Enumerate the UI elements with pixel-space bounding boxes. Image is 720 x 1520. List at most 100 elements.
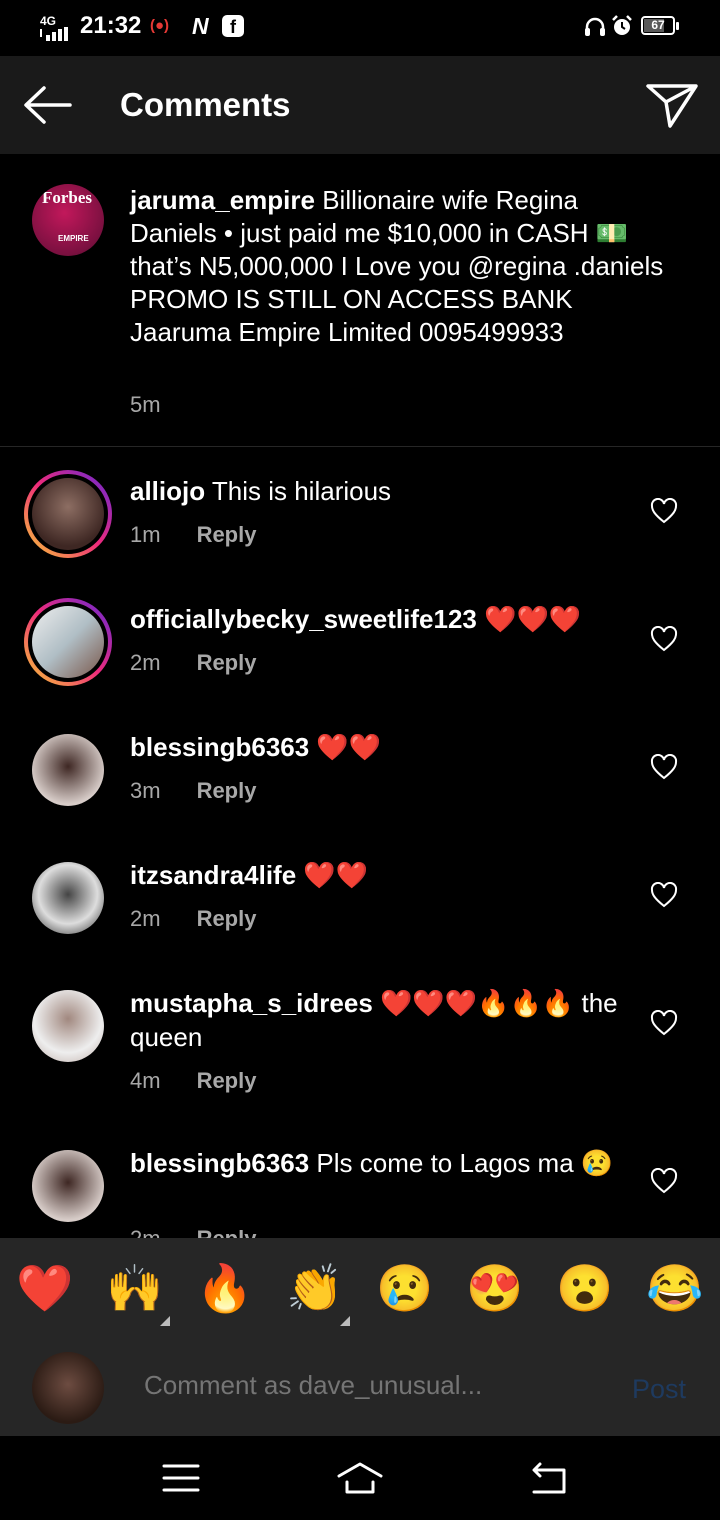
- comment-text: blessingb6363 ❤️❤️: [130, 730, 620, 764]
- like-button[interactable]: [650, 753, 678, 780]
- comment-username[interactable]: blessingb6363: [130, 732, 309, 762]
- return-icon: [532, 1462, 566, 1494]
- arrow-left-icon: [24, 86, 72, 124]
- caption-timestamp: 5m: [130, 392, 161, 417]
- reply-button[interactable]: Reply: [197, 1068, 257, 1093]
- send-icon: [646, 84, 698, 128]
- avatar[interactable]: [32, 1150, 104, 1222]
- facebook-icon: f: [222, 15, 244, 37]
- comment-text: alliojo This is hilarious: [130, 474, 620, 508]
- comment-meta: 3m Reply: [130, 778, 256, 804]
- like-button[interactable]: [650, 497, 678, 524]
- comment-time: 2m: [130, 906, 161, 931]
- like-button[interactable]: [650, 625, 678, 652]
- comment-username[interactable]: mustapha_s_idrees: [130, 988, 373, 1018]
- current-user-avatar: [32, 1352, 104, 1424]
- like-button[interactable]: [650, 881, 678, 908]
- network-type: 4G: [40, 14, 57, 28]
- comment-input[interactable]: [144, 1370, 604, 1401]
- reply-button[interactable]: Reply: [197, 1226, 257, 1238]
- emoji-fire-button[interactable]: 🔥: [195, 1260, 255, 1316]
- menu-icon: [162, 1464, 200, 1492]
- caption-username[interactable]: jaruma_empire: [130, 185, 315, 215]
- comment-meta: 1m Reply: [130, 522, 256, 548]
- reply-button[interactable]: Reply: [197, 778, 257, 803]
- comment-text: mustapha_s_idrees ❤️❤️❤️🔥🔥🔥 the queen: [130, 986, 620, 1054]
- skin-tone-indicator-icon: [340, 1316, 350, 1326]
- comment-body: ❤️❤️❤️: [476, 604, 582, 634]
- emoji-crying-button[interactable]: 😢: [375, 1260, 435, 1316]
- reply-button[interactable]: Reply: [197, 906, 257, 931]
- emoji-laughing-button[interactable]: 😂: [645, 1260, 705, 1316]
- comment-item: blessingb6363 Pls come to Lagos ma 😢 2m R…: [0, 1142, 720, 1238]
- status-bar: 4G 21:32 (●) N f 67: [0, 0, 720, 56]
- avatar[interactable]: [24, 598, 112, 686]
- avatar-logo-text: Forbes: [42, 188, 93, 207]
- heart-icon: [650, 497, 678, 524]
- back-button[interactable]: [20, 80, 76, 130]
- comment-text: officiallybecky_sweetlife123 ❤️❤️❤️: [130, 602, 620, 636]
- comment-meta: 2m Reply: [130, 650, 256, 676]
- n-app-icon: N: [192, 13, 209, 39]
- emoji-heart-button[interactable]: ❤️: [15, 1260, 75, 1316]
- share-button[interactable]: [644, 78, 700, 130]
- post-button[interactable]: Post: [632, 1374, 686, 1405]
- home-button[interactable]: [335, 1458, 385, 1498]
- comment-text: blessingb6363 Pls come to Lagos ma 😢: [130, 1146, 620, 1180]
- skin-tone-indicator-icon: [160, 1316, 170, 1326]
- reply-button[interactable]: Reply: [197, 522, 257, 547]
- emoji-clap-button[interactable]: 👏: [285, 1260, 345, 1316]
- heart-icon: [650, 881, 678, 908]
- comment-meta: 4m Reply: [130, 1068, 256, 1094]
- like-button[interactable]: [650, 1167, 678, 1194]
- heart-icon: [650, 753, 678, 780]
- avatar[interactable]: [32, 990, 104, 1062]
- page-title: Comments: [120, 86, 291, 123]
- emoji-surprised-button[interactable]: 😮: [555, 1260, 615, 1316]
- app-header: Comments: [0, 56, 720, 154]
- battery-tip: [676, 22, 679, 30]
- alarm-icon: [612, 15, 632, 35]
- comment-body: Pls come to Lagos ma 😢: [309, 1148, 614, 1178]
- comment-time: 1m: [130, 522, 161, 547]
- emoji-quick-bar: ❤️ 🙌 🔥 👏 😢 😍 😮 😂: [0, 1238, 720, 1340]
- comment-time: 3m: [130, 778, 161, 803]
- home-icon: [337, 1462, 383, 1494]
- heart-icon: [650, 1167, 678, 1194]
- heart-icon: [650, 1009, 678, 1036]
- comment-username[interactable]: officiallybecky_sweetlife123: [130, 604, 477, 634]
- caption-avatar[interactable]: Forbes EMPIRE: [32, 184, 104, 256]
- comment-body: ❤️❤️: [296, 860, 369, 890]
- avatar-image: [32, 606, 104, 678]
- comment-username[interactable]: itzsandra4life: [130, 860, 296, 890]
- headphones-icon: [585, 17, 605, 36]
- signal-icon: 4G: [40, 15, 70, 41]
- post-caption: Forbes EMPIRE jaruma_empire Billionaire …: [0, 154, 720, 447]
- emoji-heart-eyes-button[interactable]: 😍: [465, 1260, 525, 1316]
- comment-composer: Post: [0, 1340, 720, 1436]
- avatar-subtext: EMPIRE: [58, 234, 89, 243]
- caption-text: jaruma_empire Billionaire wife Regina Da…: [130, 184, 670, 349]
- comment-time: 4m: [130, 1068, 161, 1093]
- comment-time: 2m: [130, 650, 161, 675]
- comment-username[interactable]: alliojo: [130, 476, 205, 506]
- avatar[interactable]: [32, 734, 104, 806]
- comment-body: This is hilarious: [205, 476, 392, 506]
- heart-icon: [650, 625, 678, 652]
- comment-time: 2m: [130, 1226, 161, 1238]
- comment-meta: 2m Reply: [130, 906, 256, 932]
- comment-text: itzsandra4life ❤️❤️: [130, 858, 620, 892]
- back-nav-button[interactable]: [524, 1458, 574, 1498]
- avatar[interactable]: [32, 862, 104, 934]
- system-nav-bar: [0, 1436, 720, 1520]
- clock: 21:32: [80, 12, 142, 39]
- battery-icon: 67: [641, 16, 675, 35]
- emoji-raised-hands-button[interactable]: 🙌: [105, 1260, 165, 1316]
- avatar[interactable]: [24, 470, 112, 558]
- comment-username[interactable]: blessingb6363: [130, 1148, 309, 1178]
- reply-button[interactable]: Reply: [197, 650, 257, 675]
- comment-meta: 2m Reply: [130, 1226, 256, 1238]
- menu-button[interactable]: [156, 1458, 206, 1498]
- like-button[interactable]: [650, 1009, 678, 1036]
- battery-percent: 67: [651, 18, 665, 32]
